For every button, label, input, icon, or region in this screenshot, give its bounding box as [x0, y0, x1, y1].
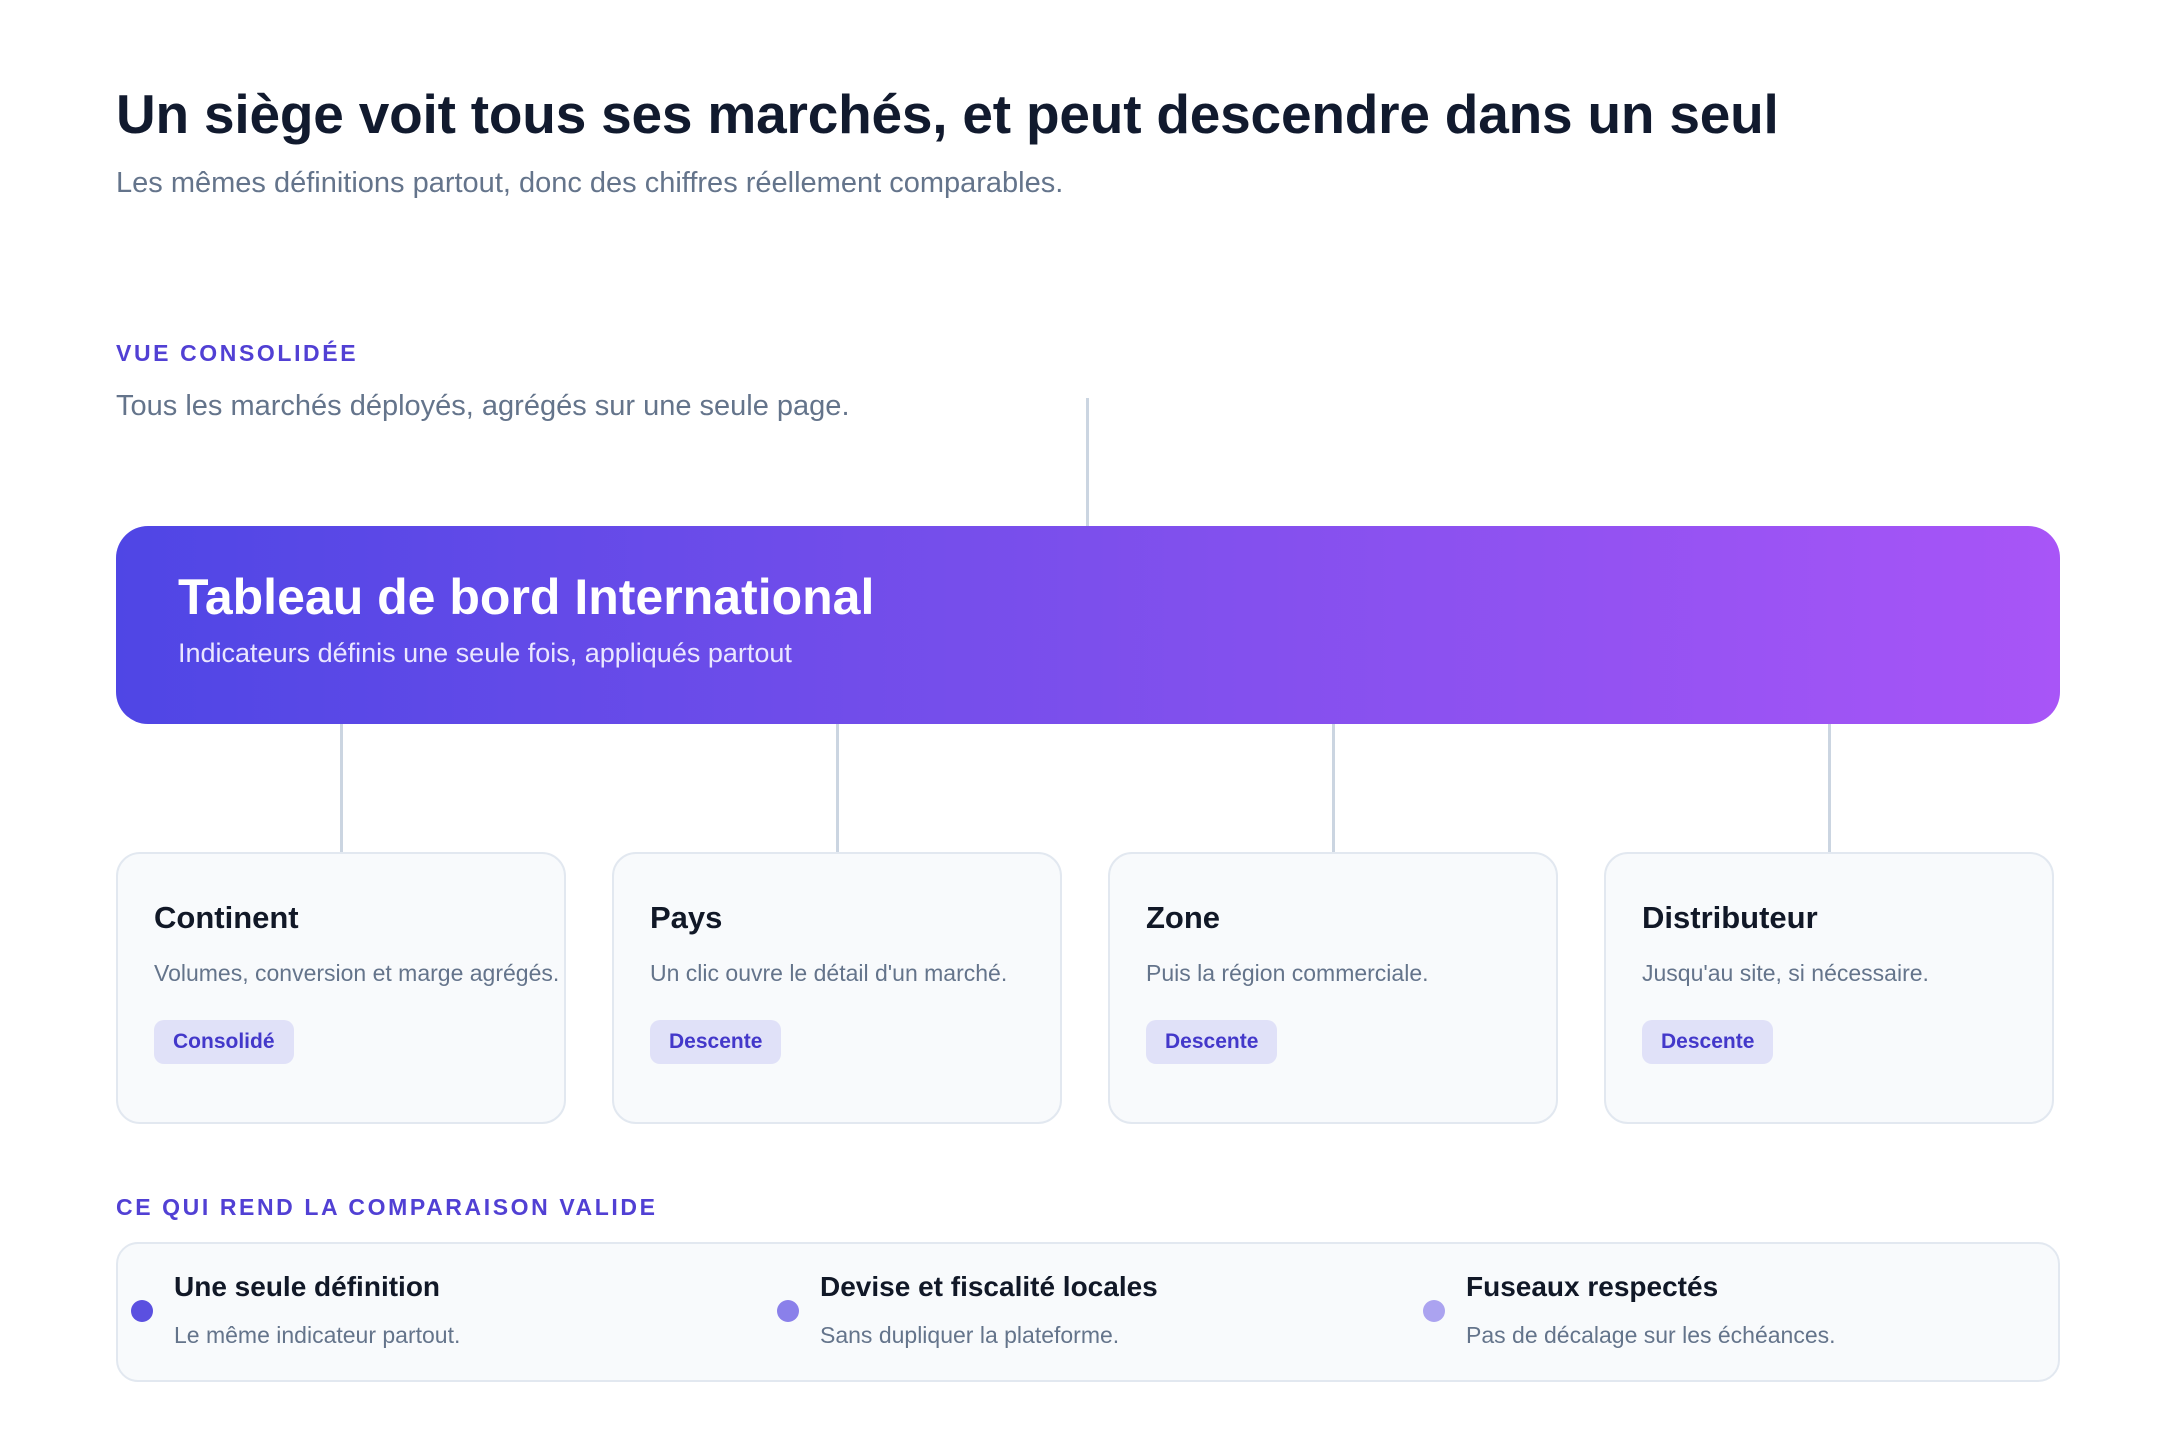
bullet-dot-icon: [131, 1300, 153, 1322]
level-card-title: Zone: [1146, 900, 1221, 935]
level-card-description: Un clic ouvre le détail d'un marché.: [650, 960, 1008, 986]
connector-top: [1086, 398, 1089, 526]
criterion-title: Une seule définition: [174, 1271, 441, 1302]
connector-distributeur: [1828, 724, 1831, 852]
level-card-description: Volumes, conversion et marge agrégés.: [154, 960, 560, 986]
level-card-zone[interactable]: Zone Puis la région commerciale. Descent…: [1108, 852, 1558, 1124]
connector-pays: [836, 724, 839, 852]
page-subtitle: Les mêmes définitions partout, donc des …: [116, 167, 1064, 199]
connector-continent: [340, 724, 343, 852]
criterion-title: Devise et fiscalité locales: [820, 1271, 1158, 1302]
level-card-badge: Descente: [1642, 1020, 1774, 1064]
level-card-title: Pays: [650, 900, 723, 935]
dashboard-subtitle: Indicateurs définis une seule fois, appl…: [178, 638, 792, 668]
level-card-badge: Descente: [1146, 1020, 1278, 1064]
level-card-distributeur[interactable]: Distributeur Jusqu'au site, si nécessair…: [1604, 852, 2054, 1124]
dashboard-title: Tableau de bord International: [178, 569, 875, 625]
criterion-description: Pas de décalage sur les échéances.: [1466, 1322, 1836, 1348]
bullet-dot-icon: [777, 1300, 799, 1322]
level-card-badge: Descente: [650, 1020, 782, 1064]
page-title: Un siège voit tous ses marchés, et peut …: [116, 83, 1779, 145]
bullet-dot-icon: [1423, 1300, 1445, 1322]
connector-zone: [1332, 724, 1335, 852]
criterion-description: Sans dupliquer la plateforme.: [820, 1322, 1120, 1348]
level-card-title: Distributeur: [1642, 900, 1818, 935]
dashboard-banner[interactable]: Tableau de bord International Indicateur…: [116, 526, 2060, 724]
level-card-description: Jusqu'au site, si nécessaire.: [1642, 960, 1929, 986]
criteria-panel: Une seule définition Le même indicateur …: [116, 1242, 2060, 1382]
page: Un siège voit tous ses marchés, et peut …: [0, 0, 2160, 1440]
criterion-title: Fuseaux respectés: [1466, 1271, 1719, 1302]
criterion-description: Le même indicateur partout.: [174, 1322, 461, 1348]
level-card-pays[interactable]: Pays Un clic ouvre le détail d'un marché…: [612, 852, 1062, 1124]
criteria-section-label: CE QUI REND LA COMPARAISON VALIDE: [116, 1194, 658, 1220]
level-card-badge: Consolidé: [154, 1020, 294, 1064]
consolidated-section-label: VUE CONSOLIDÉE: [116, 340, 359, 366]
level-card-title: Continent: [154, 900, 299, 935]
level-card-continent[interactable]: Continent Volumes, conversion et marge a…: [116, 852, 566, 1124]
consolidated-section-description: Tous les marchés déployés, agrégés sur u…: [116, 390, 850, 422]
level-card-description: Puis la région commerciale.: [1146, 960, 1429, 986]
